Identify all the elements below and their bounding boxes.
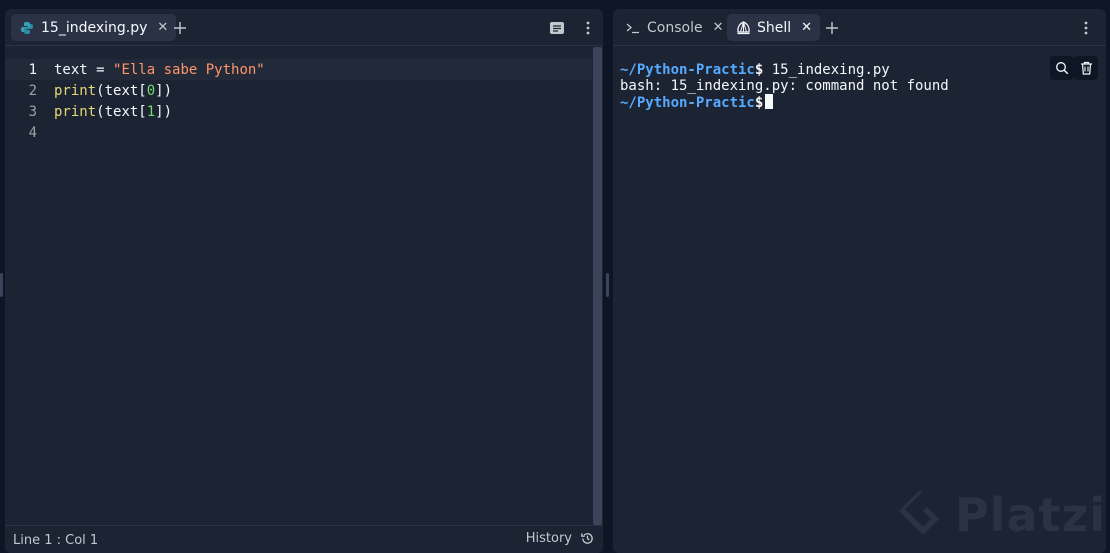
- line-number: 1: [28, 61, 37, 78]
- code-editor[interactable]: 1 text = "Ella sabe Python" 2 print(text[0]…: [5, 47, 603, 525]
- shell-terminal[interactable]: ~/Python-Practic$ 15_indexing.py bash: 1…: [613, 47, 1106, 553]
- more-options-icon[interactable]: [1075, 17, 1097, 39]
- platzi-watermark: Platzi: [897, 487, 1106, 543]
- app-root: 15_indexing.py ✕ 1 text = "Ella sabe Pyth…: [0, 0, 1110, 553]
- history-icon: [581, 533, 593, 544]
- editor-statusbar: Line 1 : Col 1 History: [5, 525, 603, 553]
- code-text: print(text[1]): [54, 104, 172, 120]
- text-cursor: [765, 94, 774, 109]
- code-token: "Ella sabe Python": [113, 61, 265, 78]
- editor-scrollbar-thumb[interactable]: [593, 47, 602, 525]
- shell-command: 15_indexing.py: [763, 62, 890, 78]
- code-token: ]): [155, 103, 173, 120]
- close-icon[interactable]: ✕: [713, 20, 724, 35]
- code-line[interactable]: 3 print(text[1]): [5, 101, 592, 122]
- more-options-icon[interactable]: [577, 17, 599, 39]
- editor-pane: 15_indexing.py ✕ 1 text = "Ella sabe Pyth…: [5, 9, 603, 553]
- code-line[interactable]: 4: [5, 122, 592, 143]
- code-line[interactable]: 2 print(text[0]): [5, 80, 592, 101]
- watermark-text: Platzi: [954, 488, 1106, 542]
- shell-tabbar: Console ✕ Shell ✕: [613, 9, 1106, 46]
- shell-toolbar: [1050, 56, 1098, 80]
- shell-prompt: ~/Python-Practic: [620, 62, 755, 78]
- shell-line-1: ~/Python-Practic$ 15_indexing.py: [620, 62, 890, 78]
- clear-button[interactable]: [1074, 56, 1098, 80]
- code-token: text: [54, 61, 88, 78]
- plus-icon: [826, 22, 838, 34]
- close-icon[interactable]: ✕: [157, 20, 168, 35]
- line-number: 4: [28, 124, 37, 141]
- tab-console[interactable]: Console ✕: [617, 14, 731, 41]
- add-tab-button[interactable]: [170, 18, 190, 38]
- code-token: (text[: [96, 82, 147, 99]
- close-icon[interactable]: ✕: [801, 20, 812, 35]
- tab-shell[interactable]: Shell ✕: [727, 14, 821, 41]
- code-token: =: [87, 61, 114, 78]
- shell-icon: [735, 20, 751, 36]
- top-strip: [0, 0, 1110, 8]
- editor-settings-icon[interactable]: [546, 17, 568, 39]
- left-resize-handle[interactable]: [0, 273, 3, 297]
- code-text: text = "Ella sabe Python": [54, 62, 265, 78]
- editor-tabbar: 15_indexing.py ✕: [5, 9, 603, 46]
- code-token: ]): [155, 82, 173, 99]
- tab-15-indexing[interactable]: 15_indexing.py ✕: [11, 14, 177, 41]
- shell-pane: Console ✕ Shell ✕ ~/Python-Practic$ 15_i…: [613, 9, 1106, 553]
- tab-shell-label: Shell: [757, 19, 792, 36]
- line-number: 2: [28, 82, 37, 99]
- tab-console-label: Console: [647, 19, 703, 36]
- shell-output: bash: 15_indexing.py: command not found: [620, 78, 949, 94]
- cursor-position: Line 1 : Col 1: [13, 533, 99, 548]
- history-label: History: [525, 531, 572, 546]
- search-icon: [1056, 62, 1069, 75]
- history-button[interactable]: History: [526, 531, 595, 546]
- add-tab-button[interactable]: [822, 18, 842, 38]
- pane-resize-handle[interactable]: [606, 273, 609, 297]
- terminal-icon: [625, 20, 641, 36]
- line-number: 3: [28, 103, 37, 120]
- code-token: print: [54, 103, 97, 120]
- plus-icon: [174, 22, 186, 34]
- code-token: (text[: [96, 103, 147, 120]
- editor-scrollbar[interactable]: [592, 47, 603, 525]
- code-line[interactable]: 1 text = "Ella sabe Python": [5, 59, 592, 80]
- python-icon: [19, 20, 35, 36]
- code-token: 0: [146, 82, 156, 99]
- shell-prompt: ~/Python-Practic: [620, 95, 755, 111]
- tab-label: 15_indexing.py: [41, 19, 148, 36]
- trash-icon: [1080, 61, 1092, 75]
- shell-line-3: ~/Python-Practic$: [620, 94, 774, 111]
- search-button[interactable]: [1050, 56, 1074, 80]
- platzi-logo-icon: [898, 491, 939, 535]
- code-text: print(text[0]): [54, 83, 172, 99]
- code-token: 1: [146, 103, 156, 120]
- code-token: print: [54, 82, 97, 99]
- shell-line-2: bash: 15_indexing.py: command not found: [620, 78, 949, 95]
